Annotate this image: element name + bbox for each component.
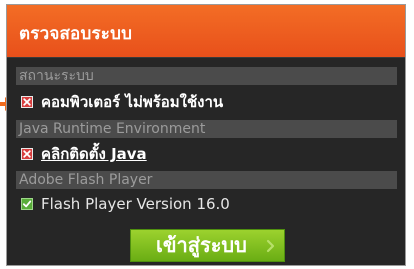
panel-header: ตรวจสอบระบบ bbox=[7, 5, 405, 58]
chevron-right-icon bbox=[266, 239, 275, 253]
section-label: Java Runtime Environment bbox=[19, 121, 206, 137]
login-button-label: เข้าสู่ระบบ bbox=[156, 233, 247, 257]
login-button[interactable]: เข้าสู่ระบบ bbox=[130, 229, 285, 262]
install-java-link[interactable]: คลิกติดตั้ง Java bbox=[41, 144, 147, 164]
status-text-system: คอมพิวเตอร์ ไม่พร้อมใช้งาน bbox=[41, 93, 224, 111]
panel-title: ตรวจสอบระบบ bbox=[19, 24, 133, 44]
section-label: Adobe Flash Player bbox=[19, 172, 153, 188]
section-header-system-status: สถานะระบบ bbox=[16, 67, 397, 85]
section-header-flash: Adobe Flash Player bbox=[16, 171, 397, 189]
close-icon bbox=[21, 148, 33, 160]
section-header-java: Java Runtime Environment bbox=[16, 120, 397, 138]
close-icon bbox=[21, 96, 33, 108]
status-text-flash: Flash Player Version 16.0 bbox=[41, 195, 230, 213]
system-check-panel: ตรวจสอบระบบ สถานะระบบ คอมพิวเตอร์ ไม่พร้… bbox=[6, 4, 406, 266]
checkmark-icon bbox=[21, 198, 33, 210]
section-label: สถานะระบบ bbox=[19, 68, 94, 84]
